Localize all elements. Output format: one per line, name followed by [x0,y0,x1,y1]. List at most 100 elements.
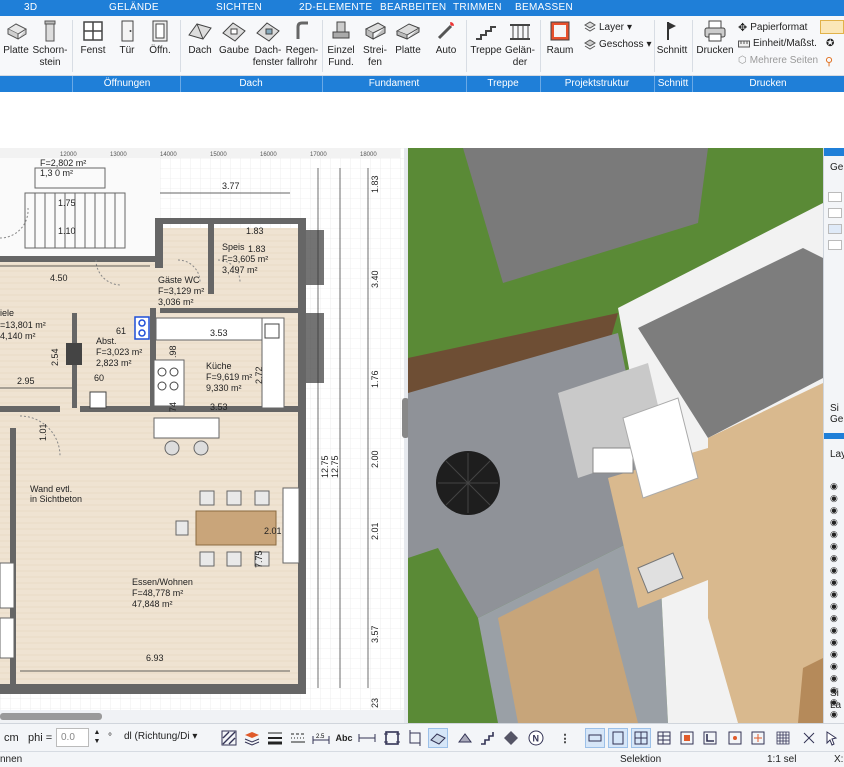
grid-view-icon[interactable] [631,728,651,748]
tuer-button[interactable]: Tür [112,19,142,57]
pin-icon[interactable]: ⚲ [825,55,833,68]
dachfenster-button[interactable]: Dach- fenster [252,19,284,69]
view-page-icon[interactable] [608,728,628,748]
auto-button[interactable]: Auto [430,19,462,57]
dim-12-75b: 12.75 [330,455,340,478]
move-arrows-icon: ✥ [738,22,748,34]
dach-button[interactable]: Dach [184,19,216,57]
north-arrow-icon[interactable]: N [526,728,546,748]
hatch-icon[interactable] [219,728,239,748]
dim-2-54: 2.54 [50,348,60,366]
fenster-button[interactable]: Fenst [78,19,108,57]
horizontal-scrollbar[interactable] [0,710,404,723]
line-style-icon[interactable] [288,728,308,748]
tab-bemassen[interactable]: BEMASSEN [515,2,573,13]
fundamentplatte-button[interactable]: Platte [393,19,423,57]
text-abc-icon[interactable]: Abc [334,728,354,748]
room-net-speis: 3,497 m² [222,265,258,275]
3d-wall-icon[interactable] [428,728,448,748]
dim-61: 61 [116,326,126,336]
dim-6-93: 6.93 [146,653,164,663]
3d-view[interactable] [408,148,823,723]
dim-2-00: 2.00 [370,450,380,468]
dim-3-53a: 3.53 [210,328,228,338]
cursor-arrow-icon[interactable] [822,728,842,748]
room-area-spiele: =13,801 m² [0,320,46,330]
status-selection: 1:1 sel [767,754,797,765]
export-icon[interactable] [677,728,697,748]
room-net-spiele: 4,140 m² [0,331,36,341]
room-name-speis: Speis [222,242,245,252]
room-net-abst: 2,823 m² [96,358,132,368]
dormer-icon [222,22,246,42]
orthogonal-icon[interactable] [799,728,819,748]
tab-sichten[interactable]: SICHTEN [216,2,262,13]
streifenfundament-button[interactable]: Strei- fen [360,19,390,69]
measure-icon[interactable] [357,728,377,748]
snap-center-icon[interactable] [725,728,745,748]
einzelfundament-button[interactable]: Einzel Fund. [326,19,356,69]
note-sichtbeton-2: in Sichtbeton [30,494,82,504]
papierformat-button[interactable]: ✥ Papierformat [738,21,807,34]
geschoss-dropdown[interactable]: Geschoss ▾ [584,38,652,50]
status-left-text: nnen [0,754,23,765]
schornstein-button[interactable]: Schorn- stein [32,19,68,69]
svg-text:18000: 18000 [360,152,377,158]
roof-shape-icon[interactable] [455,728,475,748]
snap-point-icon[interactable] [748,728,768,748]
select-frame-icon[interactable] [382,728,402,748]
table-icon[interactable] [654,728,674,748]
tab-gelaende[interactable]: GELÄNDE [109,2,159,13]
diamond-icon[interactable] [501,728,521,748]
selected-toggle[interactable] [820,20,844,34]
properties-side-panel: Ge Si Ge Lay ◉◉◉◉◉◉◉◉◉◉◉◉◉◉◉◉◉◉◉◉◉ Si La [823,148,844,723]
dim-1-75: 1.75 [58,198,76,208]
room-area-essen: F=48,778 m² [132,588,183,598]
dim-1-83-vert: 1.83 [370,175,380,193]
b-icon[interactable]: ✪ [826,38,834,49]
layers-tool-icon[interactable] [242,728,262,748]
schnitt-button[interactable]: Schnitt [656,19,688,57]
phi-stepper[interactable]: ▲ ▼ [91,728,103,747]
oeffnung-button[interactable]: Öffn. [145,19,175,57]
phi-label: phi = [28,732,53,744]
layer-visibility-list[interactable]: ◉◉◉◉◉◉◉◉◉◉◉◉◉◉◉◉◉◉◉◉◉ [830,480,838,723]
patio-umbrella [436,451,500,515]
tab-2d-elemente[interactable]: 2D-ELEMENTE [299,2,372,13]
chevron-down-icon: ▾ [189,731,198,742]
drucken-button[interactable]: Drucken [696,19,734,57]
gaube-button[interactable]: Gaube [218,19,250,57]
dim-12-75a: 12.75 [320,455,330,478]
tab-3d[interactable]: 3D [24,2,37,13]
ribbon-group-bar: Öffnungen Dach Fundament Treppe Projekts… [0,76,844,92]
snap-corner-icon[interactable] [700,728,720,748]
treppe-button[interactable]: Treppe [470,19,502,57]
floor-plan-view[interactable]: 12000 13000 14000 15000 16000 17000 1800… [0,148,404,710]
dimension-style-icon[interactable]: 2.5 [311,728,331,748]
raster-icon[interactable] [773,728,793,748]
phi-input[interactable]: 0.0 [56,728,89,747]
einheit-button[interactable]: Einheit/Maßst. [738,38,817,49]
chevron-down-icon: ▾ [627,21,633,33]
direction-dropdown[interactable]: dl (Richtung/Di ▾ [120,728,210,747]
regenfallrohr-button[interactable]: Regen- fallrohr [285,19,319,69]
foundation-plate-icon [395,23,421,40]
raum-button[interactable]: Raum [544,19,576,57]
ruler-icon [738,40,750,47]
dim-1-83b: 1.83 [248,244,266,254]
stairs-icon [476,26,496,40]
view-2d-icon[interactable] [585,728,605,748]
platte-button[interactable]: Platte [2,19,30,57]
tab-trimmen[interactable]: TRIMMEN [453,2,502,13]
line-weight-icon[interactable] [265,728,285,748]
dim-2-95: 2.95 [17,376,35,386]
more-icon[interactable]: ⋮ [555,728,575,748]
status-mode: Selektion [620,754,662,765]
room-area-gaeste: F=3,129 m² [158,286,204,296]
crop-icon[interactable] [405,728,425,748]
tab-bearbeiten[interactable]: BEARBEITEN [380,2,446,13]
gelaender-button[interactable]: Gelän- der [504,19,536,69]
layer-dropdown[interactable]: Layer ▾ [584,21,632,33]
mehrere-seiten-button[interactable]: ⬡ Mehrere Seiten [738,55,818,66]
stair-shape-icon[interactable] [478,728,498,748]
